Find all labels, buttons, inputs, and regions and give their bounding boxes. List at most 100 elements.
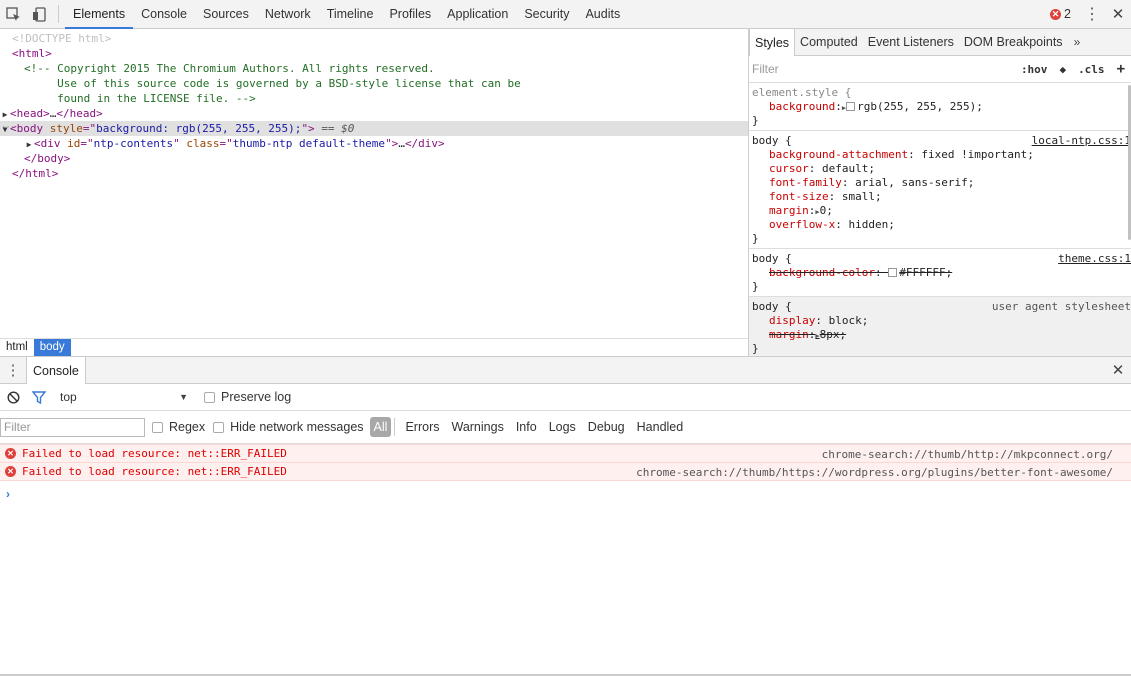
close-devtools-icon[interactable]: ✕ bbox=[1105, 0, 1131, 28]
style-property[interactable]: font-family: arial, sans-serif; bbox=[752, 176, 1131, 190]
property-value[interactable]: small; bbox=[842, 190, 882, 203]
property-value[interactable]: arial, sans-serif; bbox=[855, 176, 974, 189]
level-handled-button[interactable]: Handled bbox=[631, 417, 690, 437]
device-mode-icon[interactable] bbox=[26, 0, 52, 28]
class-toggle-button[interactable]: .cls bbox=[1072, 63, 1111, 76]
dom-doctype-line[interactable]: <!DOCTYPE html> bbox=[0, 31, 748, 46]
rule-source-link[interactable]: local-ntp.css:1 bbox=[1032, 134, 1131, 147]
dom-comment-line-1[interactable]: <!-- Copyright 2015 The Chromium Authors… bbox=[0, 61, 748, 76]
error-count-badge[interactable]: ✕ 2 bbox=[1042, 0, 1079, 28]
checkbox-icon[interactable] bbox=[152, 421, 163, 433]
level-debug-button[interactable]: Debug bbox=[582, 417, 631, 437]
console-prompt-icon[interactable]: › bbox=[6, 487, 10, 501]
property-name[interactable]: background-color bbox=[769, 266, 875, 279]
style-property[interactable]: background-attachment: fixed !important; bbox=[752, 148, 1131, 162]
drawer-tab-console[interactable]: Console bbox=[26, 357, 86, 384]
level-info-button[interactable]: Info bbox=[510, 417, 543, 437]
clear-console-icon[interactable] bbox=[0, 390, 26, 404]
hover-state-button[interactable]: :hov bbox=[1015, 63, 1054, 76]
dom-comment-line-2[interactable]: Use of this source code is governed by a… bbox=[0, 76, 748, 91]
sidebar-tab-computed[interactable]: Computed bbox=[795, 29, 863, 55]
property-name[interactable]: margin bbox=[769, 328, 809, 341]
dom-html-open-line[interactable]: <html> bbox=[0, 46, 748, 61]
style-property[interactable]: overflow-x: hidden; bbox=[752, 218, 1131, 232]
level-all-button[interactable]: All bbox=[369, 417, 392, 437]
console-filter-input[interactable]: Filter bbox=[0, 417, 145, 437]
property-name[interactable]: background bbox=[769, 100, 835, 113]
message-source-link[interactable]: chrome-search://thumb/https://wordpress.… bbox=[636, 463, 1113, 482]
console-error-message[interactable]: ✕ Failed to load resource: net::ERR_FAIL… bbox=[0, 444, 1131, 463]
filter-icon[interactable] bbox=[26, 390, 52, 404]
more-options-icon[interactable]: ⋮ bbox=[1079, 0, 1105, 28]
property-value[interactable]: 0; bbox=[820, 204, 833, 217]
color-format-icon[interactable]: ◆ bbox=[1053, 63, 1072, 76]
dom-body-close-line[interactable]: </body> bbox=[0, 151, 748, 166]
style-property[interactable]: cursor: default; bbox=[752, 162, 1131, 176]
style-property-overridden[interactable]: margin:▶8px; bbox=[752, 328, 1131, 342]
console-error-message[interactable]: ✕ Failed to load resource: net::ERR_FAIL… bbox=[0, 462, 1131, 481]
property-name[interactable]: font-family bbox=[769, 176, 842, 189]
tab-timeline[interactable]: Timeline bbox=[319, 0, 382, 28]
hide-network-checkbox[interactable]: Hide network messages bbox=[209, 420, 367, 434]
rule-close-brace: } bbox=[752, 342, 759, 355]
context-selector[interactable]: top ▼ bbox=[52, 390, 192, 404]
dom-comment-line-3[interactable]: found in the LICENSE file. --> bbox=[0, 91, 748, 106]
property-name[interactable]: display bbox=[769, 314, 815, 327]
property-value[interactable]: hidden; bbox=[848, 218, 894, 231]
new-style-rule-button[interactable]: + bbox=[1111, 61, 1131, 77]
rule-source-link[interactable]: theme.css:1 bbox=[1058, 252, 1131, 265]
tab-sources[interactable]: Sources bbox=[195, 0, 257, 28]
color-swatch[interactable] bbox=[888, 268, 898, 277]
expand-triangle-icon[interactable]: ▶ bbox=[0, 107, 10, 122]
property-value[interactable]: 8px; bbox=[820, 328, 847, 341]
level-logs-button[interactable]: Logs bbox=[543, 417, 582, 437]
breadcrumb-html[interactable]: html bbox=[0, 339, 34, 356]
dom-div-line[interactable]: ▶ <div id="ntp-contents" class="thumb-ntp… bbox=[0, 136, 748, 151]
level-separator bbox=[394, 418, 396, 436]
sidebar-tab-event-listeners[interactable]: Event Listeners bbox=[863, 29, 959, 55]
level-errors-button[interactable]: Errors bbox=[399, 417, 445, 437]
regex-checkbox[interactable]: Regex bbox=[148, 420, 209, 434]
sidebar-tab-dom-breakpoints[interactable]: DOM Breakpoints bbox=[959, 29, 1068, 55]
property-value[interactable]: block; bbox=[829, 314, 869, 327]
style-property[interactable]: margin:▶0; bbox=[752, 204, 1131, 218]
level-warnings-button[interactable]: Warnings bbox=[445, 417, 509, 437]
dom-line-ellipsis-icon[interactable]: ··· bbox=[1, 121, 15, 136]
property-value[interactable]: default; bbox=[822, 162, 875, 175]
drawer-menu-icon[interactable]: ⋮ bbox=[0, 357, 26, 383]
dom-html-close-line[interactable]: </html> bbox=[0, 166, 748, 181]
preserve-log-checkbox[interactable]: Preserve log bbox=[200, 390, 295, 404]
tab-profiles[interactable]: Profiles bbox=[381, 0, 439, 28]
close-drawer-icon[interactable]: ✕ bbox=[1105, 357, 1131, 383]
property-value[interactable]: #FFFFFF; bbox=[899, 266, 952, 279]
tab-network[interactable]: Network bbox=[257, 0, 319, 28]
console-messages: ✕ Failed to load resource: net::ERR_FAIL… bbox=[0, 444, 1131, 481]
property-value[interactable]: fixed !important; bbox=[921, 148, 1034, 161]
breadcrumb-body[interactable]: body bbox=[33, 339, 71, 356]
style-property[interactable]: font-size: small; bbox=[752, 190, 1131, 204]
styles-filter-input[interactable]: Filter bbox=[752, 62, 1015, 76]
color-swatch[interactable] bbox=[846, 102, 856, 111]
style-property[interactable]: display: block; bbox=[752, 314, 1131, 328]
property-value[interactable]: rgb(255, 255, 255); bbox=[857, 100, 983, 113]
style-property[interactable]: background:▶ rgb(255, 255, 255); bbox=[752, 100, 1131, 114]
more-tabs-icon[interactable]: » bbox=[1068, 29, 1087, 55]
inspect-element-icon[interactable] bbox=[0, 0, 26, 28]
style-property-overridden[interactable]: background-color: #FFFFFF; bbox=[752, 266, 1131, 280]
property-name[interactable]: font-size bbox=[769, 190, 829, 203]
property-name[interactable]: margin bbox=[769, 204, 809, 217]
tab-elements[interactable]: Elements bbox=[65, 0, 134, 29]
dom-body-line[interactable]: ··· ▼ <body style="background: rgb(255, 25… bbox=[0, 121, 748, 136]
tab-application[interactable]: Application bbox=[439, 0, 516, 28]
dom-head-line[interactable]: ▶ <head>…</head> bbox=[0, 106, 748, 121]
checkbox-icon[interactable] bbox=[204, 391, 215, 403]
expand-triangle-icon[interactable]: ▶ bbox=[24, 137, 34, 152]
tab-security[interactable]: Security bbox=[516, 0, 577, 28]
checkbox-icon[interactable] bbox=[213, 421, 225, 433]
tab-audits[interactable]: Audits bbox=[577, 0, 628, 28]
tab-console[interactable]: Console bbox=[133, 0, 195, 28]
property-name[interactable]: overflow-x bbox=[769, 218, 835, 231]
property-name[interactable]: cursor bbox=[769, 162, 809, 175]
sidebar-tab-styles[interactable]: Styles bbox=[749, 29, 796, 56]
property-name[interactable]: background-attachment bbox=[769, 148, 908, 161]
